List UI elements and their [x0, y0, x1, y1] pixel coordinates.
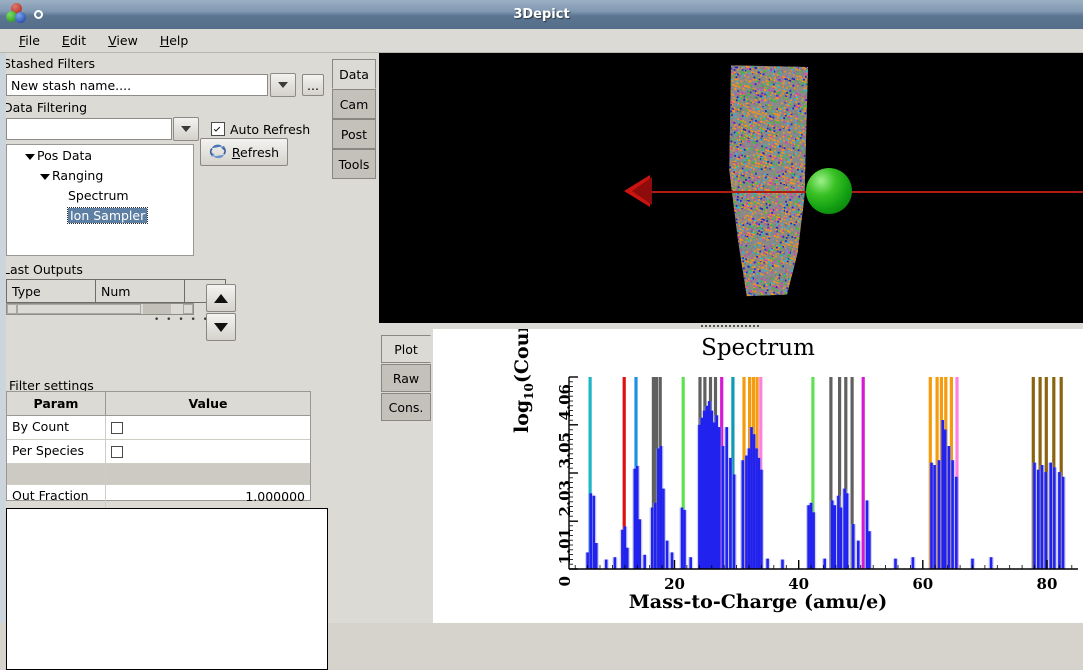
- refresh-button-label: Refresh: [232, 145, 279, 160]
- tab-tools[interactable]: Tools: [332, 149, 376, 179]
- scroll-left-button[interactable]: [7, 304, 17, 314]
- triangle-down-icon[interactable]: [23, 148, 37, 163]
- window-left-edge: [0, 53, 6, 623]
- tree-item-label: Spectrum: [68, 188, 129, 203]
- table-header-row: Type Num: [7, 280, 226, 303]
- per-species-checkbox[interactable]: [111, 446, 123, 458]
- last-outputs-hscrollbar[interactable]: [6, 303, 194, 315]
- tree-item-spectrum[interactable]: Spectrum: [7, 185, 193, 205]
- tab-cons[interactable]: Cons.: [381, 393, 431, 421]
- column-header-type: Type: [7, 280, 96, 303]
- menu-file[interactable]: File: [10, 31, 49, 50]
- refresh-button[interactable]: Refresh: [200, 138, 288, 166]
- stash-name-input[interactable]: New stash name....: [6, 74, 268, 96]
- app-window: 3Depict File Edit View Help Stashed Filt…: [0, 0, 1083, 623]
- x-tick-label: 60: [910, 575, 936, 593]
- column-header-value: Value: [106, 392, 310, 415]
- side-tab-strip: Data Cam Post Tools: [330, 53, 379, 623]
- move-filter-up-button[interactable]: [206, 284, 236, 312]
- scroll-right-button[interactable]: [183, 304, 193, 314]
- filter-settings-row-spacer: [7, 464, 310, 485]
- filter-settings-grid: Param Value By Count Per Species Out Fra…: [6, 391, 311, 501]
- filter-reorder-buttons: [206, 284, 236, 342]
- scrollbar-track[interactable]: [143, 304, 171, 314]
- menu-bar: File Edit View Help: [0, 29, 1083, 53]
- filter-settings-header-row: Param Value: [7, 392, 310, 416]
- sash-grip[interactable]: [701, 325, 761, 327]
- tab-raw[interactable]: Raw: [381, 364, 431, 392]
- filter-settings-row-per-species[interactable]: Per Species: [7, 440, 310, 464]
- menu-view[interactable]: View: [99, 31, 147, 50]
- auto-refresh-label: Auto Refresh: [230, 122, 310, 137]
- tab-post[interactable]: Post: [332, 119, 376, 149]
- x-tick-label: 20: [662, 575, 688, 593]
- chevron-down-icon: [278, 82, 288, 88]
- refresh-circular-arrows-icon: [209, 144, 227, 160]
- y-tick-label: 3.05: [556, 432, 574, 472]
- move-filter-down-button[interactable]: [206, 313, 236, 341]
- tree-item-pos-data[interactable]: Pos Data: [7, 145, 193, 165]
- left-control-panel: Stashed Filters New stash name.... ... D…: [0, 53, 330, 623]
- param-label: By Count: [7, 416, 106, 439]
- tab-cam[interactable]: Cam: [332, 89, 376, 119]
- column-header-param: Param: [7, 392, 106, 415]
- arrow-head-shade-icon: [632, 177, 652, 205]
- tree-item-label: Ion Sampler: [68, 208, 147, 223]
- param-label: Per Species: [7, 440, 106, 463]
- last-outputs-table: Type Num: [6, 279, 226, 303]
- tab-data[interactable]: Data: [332, 59, 376, 89]
- param-value[interactable]: [106, 440, 310, 463]
- by-count-checkbox[interactable]: [111, 422, 123, 434]
- y-tick-label: 1.01: [556, 528, 574, 568]
- window-title: 3Depict: [0, 0, 1083, 29]
- stash-dropdown-button[interactable]: [270, 73, 296, 97]
- scrollbar-thumb[interactable]: [17, 304, 141, 314]
- auto-refresh-checkbox[interactable]: Auto Refresh: [211, 122, 310, 137]
- y-tick-label: 2.03: [556, 480, 574, 520]
- param-label: Out Fraction: [7, 485, 106, 508]
- spectrum-plot-pane[interactable]: Spectrum log10(Count) Mass-to-Charge (am…: [433, 329, 1083, 623]
- panel-sash-grip[interactable]: • • • • • • •: [154, 315, 330, 325]
- x-tick-label: 80: [1034, 575, 1060, 593]
- tab-plot[interactable]: Plot: [381, 335, 431, 363]
- filter-combo-dropdown-button[interactable]: [173, 117, 199, 141]
- triangle-up-icon: [214, 294, 228, 303]
- filter-settings-blank-area: [6, 508, 328, 670]
- y-tick-label: 4.06: [556, 384, 574, 424]
- triangle-down-icon[interactable]: [38, 168, 52, 183]
- ion-sampler-sphere[interactable]: [806, 168, 852, 214]
- x-tick-label: 40: [786, 575, 812, 593]
- last-outputs-label: Last Outputs: [3, 262, 330, 277]
- plot-tab-strip: Plot Raw Cons.: [381, 329, 433, 623]
- tree-item-ion-sampler[interactable]: Ion Sampler: [7, 205, 193, 225]
- filter-settings-row-by-count[interactable]: By Count: [7, 416, 310, 440]
- chevron-down-icon: [181, 126, 191, 132]
- stash-more-button[interactable]: ...: [302, 74, 324, 96]
- triangle-down-icon: [214, 323, 228, 332]
- 3d-scene-viewport[interactable]: [379, 53, 1083, 323]
- column-header-num: Num: [96, 280, 185, 303]
- param-value[interactable]: [106, 416, 310, 439]
- data-filtering-label: Data Filtering: [3, 100, 330, 115]
- menu-edit[interactable]: Edit: [53, 31, 95, 50]
- title-bar: 3Depict: [0, 0, 1083, 30]
- y-tick-label: 0: [556, 576, 574, 616]
- tree-item-label: Ranging: [52, 168, 103, 183]
- stashed-filters-label: Stashed Filters: [3, 56, 330, 71]
- filter-combo-input[interactable]: [6, 118, 172, 140]
- out-fraction-value[interactable]: 1.000000: [106, 485, 310, 508]
- checkbox-icon: [211, 122, 225, 136]
- filter-settings-row-out-fraction[interactable]: Out Fraction 1.000000: [7, 485, 310, 509]
- spectrum-chart: [433, 329, 1083, 623]
- tree-item-label: Pos Data: [37, 148, 92, 163]
- filter-tree[interactable]: Pos Data Ranging Spectrum Ion Sampler: [6, 144, 194, 256]
- menu-help[interactable]: Help: [151, 31, 198, 50]
- tree-item-ranging[interactable]: Ranging: [7, 165, 193, 185]
- axis-line: [627, 191, 1083, 193]
